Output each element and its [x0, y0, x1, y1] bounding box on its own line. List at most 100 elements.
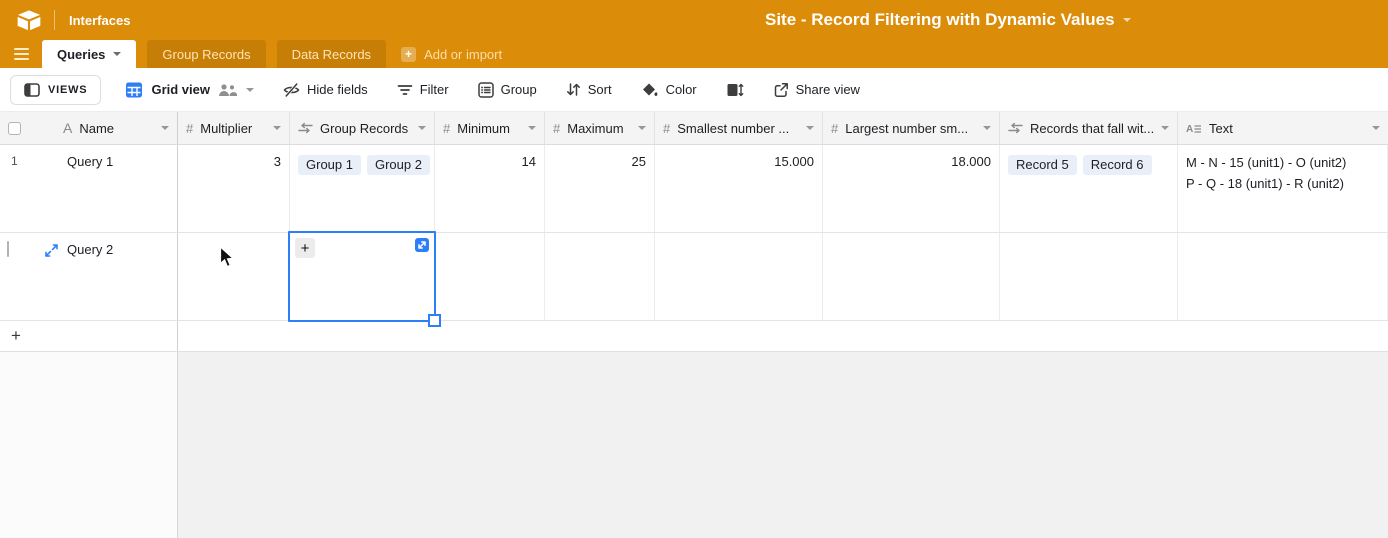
- column-header-minimum[interactable]: # Minimum: [435, 112, 545, 144]
- collaborators-icon: [218, 83, 238, 97]
- cell-multiplier[interactable]: 3: [178, 145, 290, 232]
- tab-data-records[interactable]: Data Records: [277, 40, 386, 68]
- fill-handle[interactable]: [428, 314, 441, 327]
- svg-text:A: A: [1186, 124, 1193, 135]
- interfaces-nav-label[interactable]: Interfaces: [69, 13, 130, 28]
- view-switcher[interactable]: Grid view: [125, 81, 254, 99]
- cell-minimum-empty[interactable]: [435, 233, 545, 320]
- cell-largest-number-empty[interactable]: [823, 233, 1000, 320]
- add-row-button[interactable]: +: [0, 321, 178, 351]
- cell-records-that-fall-empty[interactable]: [1000, 233, 1178, 320]
- column-header-label: Maximum: [567, 121, 623, 136]
- table-row-query-2: Query 2: [0, 233, 1388, 321]
- column-chevron-down-icon[interactable]: [528, 126, 536, 130]
- cell-text-empty[interactable]: [1178, 233, 1388, 320]
- linked-records-field-icon: [1008, 122, 1023, 134]
- linked-record-chip[interactable]: Group 2: [367, 155, 430, 175]
- column-header-label: Group Records: [320, 121, 408, 136]
- row-checkbox[interactable]: [7, 241, 9, 257]
- empty-area-body: [178, 352, 1388, 538]
- number-field-icon: #: [553, 121, 560, 136]
- menu-icon[interactable]: [14, 40, 29, 68]
- color-icon: [641, 82, 659, 98]
- sort-icon: [566, 82, 581, 97]
- select-all-checkbox[interactable]: [8, 122, 21, 135]
- filter-button[interactable]: Filter: [397, 82, 449, 97]
- top-bar: Interfaces Site - Record Filtering with …: [0, 0, 1388, 40]
- cell-largest-number[interactable]: 18.000: [823, 145, 1000, 232]
- expand-record-icon[interactable]: [44, 243, 59, 258]
- number-field-icon: #: [663, 121, 670, 136]
- tab-group-records[interactable]: Group Records: [147, 40, 265, 68]
- add-or-import-label: Add or import: [424, 47, 502, 62]
- cell-smallest-number-empty[interactable]: [655, 233, 823, 320]
- add-or-import-button[interactable]: + Add or import: [401, 40, 502, 68]
- group-label: Group: [501, 82, 537, 97]
- column-header-label: Name: [79, 121, 114, 136]
- column-header-multiplier[interactable]: # Multiplier: [178, 112, 290, 144]
- views-button-label: VIEWS: [48, 84, 87, 96]
- cell-name-value: Query 1: [67, 154, 113, 169]
- column-chevron-down-icon[interactable]: [273, 126, 281, 130]
- cell-maximum-empty[interactable]: [545, 233, 655, 320]
- cell-maximum[interactable]: 25: [545, 145, 655, 232]
- plus-icon: +: [401, 47, 416, 62]
- column-chevron-down-icon[interactable]: [983, 126, 991, 130]
- share-view-label: Share view: [796, 82, 860, 97]
- sort-button[interactable]: Sort: [566, 82, 612, 97]
- column-chevron-down-icon[interactable]: [806, 126, 814, 130]
- row-height-button[interactable]: [726, 82, 744, 98]
- cell-multiplier-empty[interactable]: [178, 233, 290, 320]
- column-header-maximum[interactable]: # Maximum: [545, 112, 655, 144]
- expand-cell-button[interactable]: [415, 238, 429, 252]
- cell-name[interactable]: Query 2: [0, 233, 178, 320]
- color-button[interactable]: Color: [641, 82, 697, 98]
- column-header-group-records[interactable]: Group Records: [290, 112, 435, 144]
- page-title[interactable]: Site - Record Filtering with Dynamic Val…: [765, 0, 1131, 40]
- column-header-smallest-number[interactable]: # Smallest number ...: [655, 112, 823, 144]
- text-line: M - N - 15 (unit1) - O (unit2): [1186, 152, 1379, 173]
- hide-fields-button[interactable]: Hide fields: [283, 82, 368, 98]
- empty-area-frozen-column: [0, 352, 178, 538]
- filter-icon: [397, 83, 413, 97]
- column-header-text[interactable]: A Text: [1178, 112, 1388, 144]
- cell-smallest-number[interactable]: 15.000: [655, 145, 823, 232]
- column-header-records-that-fall[interactable]: Records that fall wit...: [1000, 112, 1178, 144]
- cell-records-that-fall[interactable]: Record 5 Record 6: [1000, 145, 1178, 232]
- color-label: Color: [666, 82, 697, 97]
- column-header-label: Text: [1209, 121, 1233, 136]
- linked-record-chip[interactable]: Record 5: [1008, 155, 1077, 175]
- cell-text[interactable]: M - N - 15 (unit1) - O (unit2) P - Q - 1…: [1178, 145, 1388, 232]
- add-linked-record-button[interactable]: +: [295, 238, 315, 258]
- number-field-icon: #: [186, 121, 193, 136]
- tab-queries-label: Queries: [57, 47, 105, 62]
- linked-record-chip[interactable]: Record 6: [1083, 155, 1152, 175]
- column-chevron-down-icon[interactable]: [1372, 126, 1380, 130]
- views-button[interactable]: VIEWS: [10, 75, 101, 105]
- single-line-text-field-icon: A: [63, 120, 72, 136]
- cell-name[interactable]: 1 Query 1: [0, 145, 178, 232]
- tab-queries[interactable]: Queries: [42, 40, 136, 68]
- column-chevron-down-icon[interactable]: [418, 126, 426, 130]
- airtable-logo-icon[interactable]: [16, 10, 42, 31]
- linked-record-chip[interactable]: Group 1: [298, 155, 361, 175]
- tab-data-records-label: Data Records: [292, 47, 371, 62]
- column-chevron-down-icon[interactable]: [161, 126, 169, 130]
- long-text-field-icon: A: [1186, 122, 1202, 135]
- tab-group-records-label: Group Records: [162, 47, 250, 62]
- column-header-largest-number[interactable]: # Largest number sm...: [823, 112, 1000, 144]
- cell-group-records[interactable]: Group 1 Group 2: [290, 145, 435, 232]
- plus-icon: +: [301, 240, 310, 257]
- group-button[interactable]: Group: [478, 82, 537, 98]
- plus-icon: +: [11, 326, 21, 346]
- share-view-button[interactable]: Share view: [773, 82, 860, 98]
- group-icon: [478, 82, 494, 98]
- number-field-icon: #: [443, 121, 450, 136]
- selected-cell-editor[interactable]: +: [288, 231, 436, 322]
- cell-minimum[interactable]: 14: [435, 145, 545, 232]
- column-header-name[interactable]: A Name: [0, 112, 178, 144]
- row-height-icon: [726, 82, 744, 98]
- sidebar-toggle-icon: [24, 83, 40, 97]
- column-chevron-down-icon[interactable]: [1161, 126, 1169, 130]
- column-chevron-down-icon[interactable]: [638, 126, 646, 130]
